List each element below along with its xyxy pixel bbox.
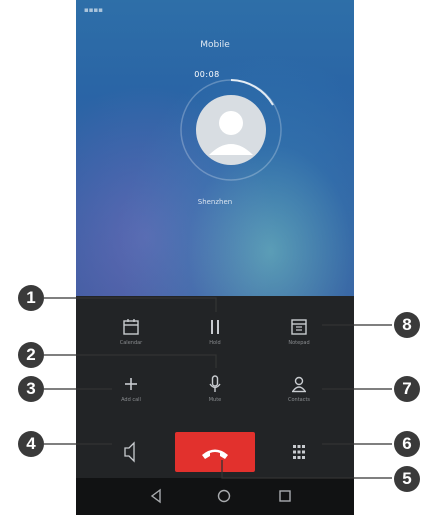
dialpad-button[interactable]: [259, 432, 339, 476]
callout-badge-6: 6: [394, 431, 420, 457]
add-call-label: Add call: [121, 397, 141, 403]
notepad-label: Notepad: [288, 340, 310, 346]
microphone-icon: [209, 375, 221, 392]
pause-icon: [211, 320, 219, 334]
home-icon: [217, 489, 231, 503]
end-call-button[interactable]: [175, 432, 255, 472]
home-button[interactable]: [214, 486, 234, 506]
speaker-button[interactable]: [91, 432, 171, 476]
calendar-label: Calendar: [119, 340, 143, 346]
add-call-button[interactable]: Add call: [91, 375, 171, 419]
contact-icon: [292, 376, 306, 393]
callout-badge-4: 4: [18, 431, 44, 457]
callout-badge-1: 1: [18, 285, 44, 311]
plus-icon: [125, 378, 137, 390]
notepad-icon: [291, 319, 307, 335]
speaker-icon: [124, 441, 135, 463]
mute-label: Mute: [208, 397, 222, 403]
recents-button[interactable]: [275, 486, 295, 506]
recents-icon: [279, 490, 291, 502]
back-icon: [150, 488, 161, 504]
back-button[interactable]: [147, 486, 167, 506]
callout-badge-3: 3: [18, 376, 44, 402]
phone-hangup-icon: [202, 449, 228, 459]
callout-badge-7: 7: [394, 376, 420, 402]
mute-button[interactable]: Mute: [175, 375, 255, 419]
hold-button[interactable]: Hold: [175, 318, 255, 362]
notepad-button[interactable]: Notepad: [259, 318, 339, 362]
callout-badge-5: 5: [394, 466, 420, 492]
dialpad-icon: [293, 445, 305, 459]
callout-badge-8: 8: [394, 312, 420, 338]
calendar-button[interactable]: Calendar: [91, 318, 171, 362]
contacts-button[interactable]: Contacts: [259, 375, 339, 419]
hold-label: Hold: [209, 340, 221, 346]
calendar-icon: [123, 319, 139, 335]
contacts-label: Contacts: [287, 397, 311, 403]
callout-badge-2: 2: [18, 342, 44, 368]
